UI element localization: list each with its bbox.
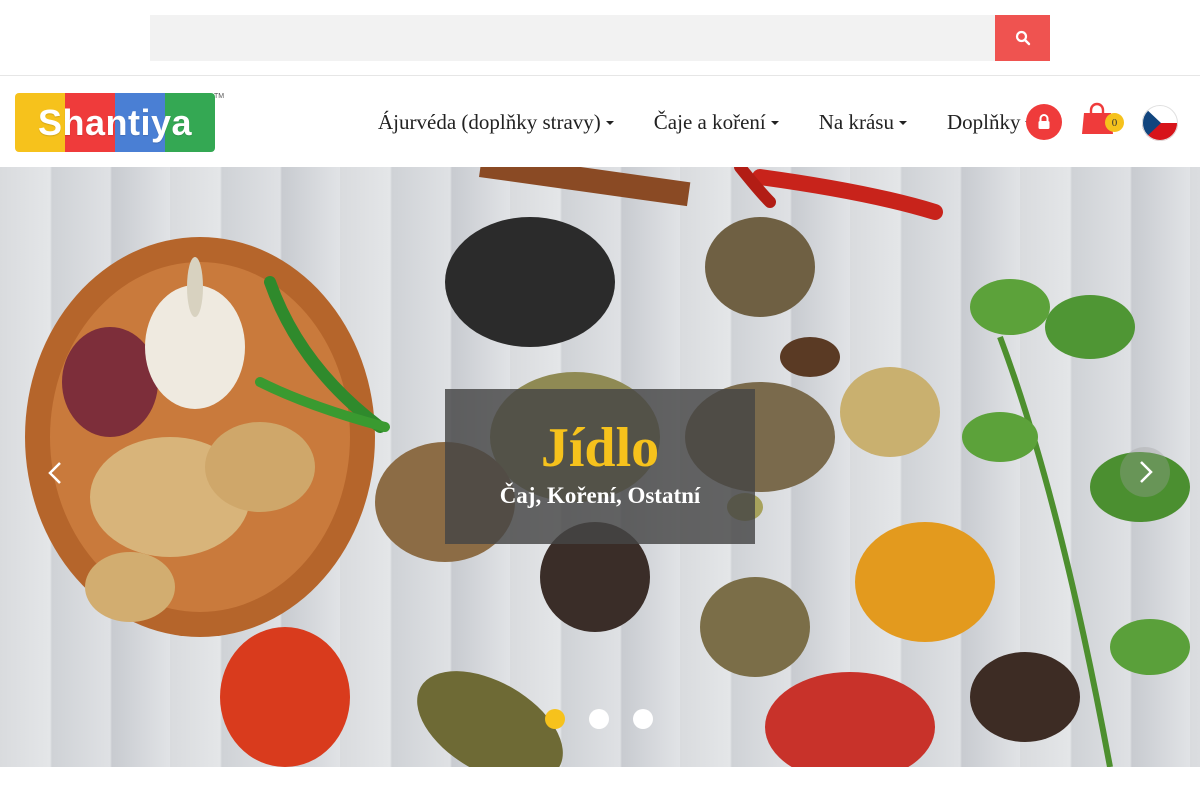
- carousel-prev-button[interactable]: [40, 449, 72, 497]
- lock-icon: [1038, 114, 1050, 129]
- carousel-dot-3[interactable]: [633, 709, 653, 729]
- nav-item-label: Čaje a koření: [653, 110, 766, 134]
- nav-item-label: Doplňky: [946, 110, 1021, 134]
- hero-carousel: Jídlo Čaj, Koření, Ostatní: [0, 167, 1200, 767]
- language-selector[interactable]: [1142, 105, 1178, 141]
- caret-down-icon: [605, 120, 614, 125]
- nav-item-label: Ájurvéda (doplňky stravy): [378, 110, 601, 134]
- logo-text: Shantiya: [37, 101, 193, 143]
- caret-down-icon: [770, 120, 779, 125]
- czech-flag-icon: [1142, 105, 1178, 141]
- chevron-right-icon: [1140, 461, 1153, 483]
- login-button[interactable]: [1026, 104, 1062, 140]
- carousel-indicators: [545, 709, 677, 729]
- search-button[interactable]: [995, 15, 1050, 61]
- site-header: Shantiya TM Ájurvéda (doplňky stravy) Ča…: [0, 77, 1200, 167]
- nav-item-ayurveda[interactable]: Ájurvéda (doplňky stravy): [378, 110, 614, 135]
- carousel-dot-2[interactable]: [589, 709, 609, 729]
- chevron-left-icon: [48, 462, 61, 484]
- carousel-next-button[interactable]: [1120, 447, 1170, 497]
- main-nav: Ájurvéda (doplňky stravy) Čaje a koření …: [378, 110, 1073, 135]
- nav-item-accessories[interactable]: Doplňky: [947, 110, 1034, 135]
- nav-item-label: Na krásu: [818, 110, 894, 134]
- logo[interactable]: Shantiya TM: [15, 93, 224, 153]
- cart-count-badge: 0: [1105, 113, 1124, 132]
- caption-subtitle: Čaj, Koření, Ostatní: [499, 483, 701, 508]
- carousel-dot-1[interactable]: [545, 709, 565, 729]
- logo-trademark: TM: [214, 93, 225, 100]
- nav-item-beauty[interactable]: Na krásu: [819, 110, 907, 135]
- search-bar: [0, 0, 1200, 76]
- search-input[interactable]: [150, 15, 995, 61]
- search-icon: [1015, 30, 1030, 46]
- caret-down-icon: [898, 120, 907, 125]
- cart-button[interactable]: 0: [1081, 102, 1125, 138]
- caption-title: Jídlo: [540, 417, 660, 479]
- carousel-caption: Jídlo Čaj, Koření, Ostatní: [445, 389, 755, 544]
- nav-item-tea-spices[interactable]: Čaje a koření: [654, 110, 779, 135]
